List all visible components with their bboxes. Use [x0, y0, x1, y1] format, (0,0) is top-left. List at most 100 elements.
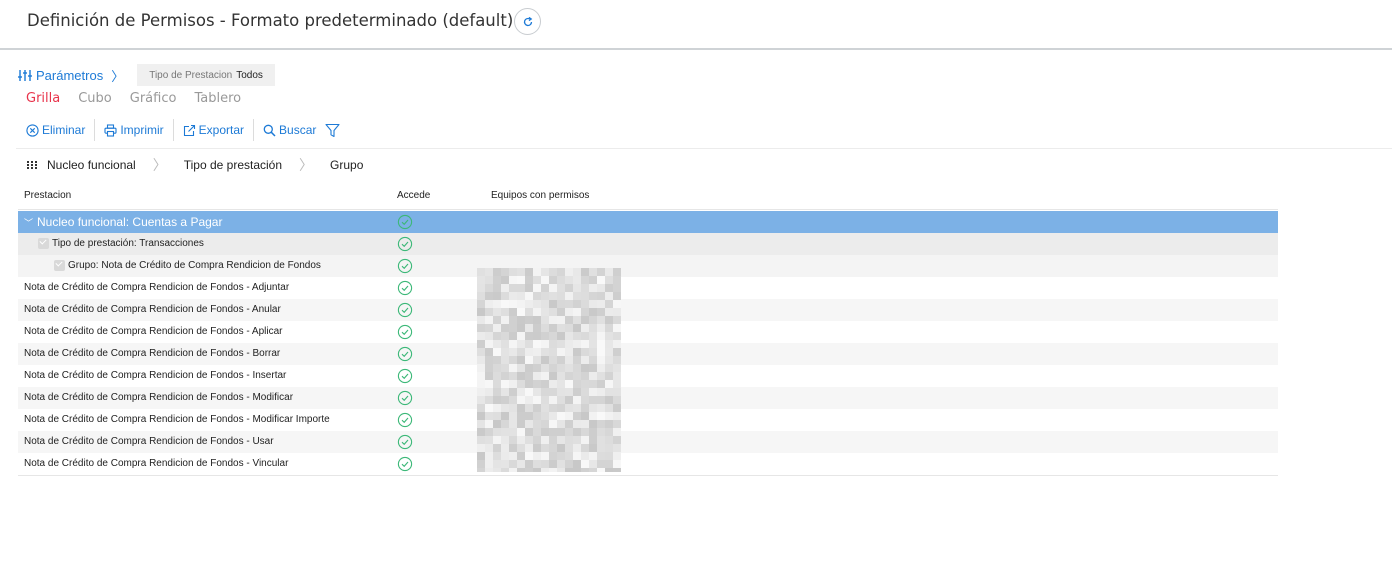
redaction-pixel [541, 332, 549, 340]
table-row[interactable]: Nota de Crédito de Compra Rendicion de F… [18, 343, 1278, 365]
group-row-grupo[interactable]: Grupo: Nota de Crédito de Compra Rendici… [18, 255, 1278, 277]
prestacion-cell: Nota de Crédito de Compra Rendicion de F… [24, 326, 283, 337]
redaction-pixel [517, 460, 525, 468]
redaction-pixel [493, 364, 501, 372]
print-button[interactable]: Imprimir [104, 123, 164, 137]
tab-grafico[interactable]: Gráfico [130, 91, 177, 106]
chevron-down-icon[interactable]: ﹀ [24, 216, 33, 229]
redaction-pixel [597, 468, 605, 472]
redaction-pixel [517, 324, 525, 332]
redaction-pixel [501, 268, 509, 276]
filter-chip-tipo-prestacion[interactable]: Tipo de Prestacion Todos [137, 64, 275, 86]
redaction-pixel [557, 268, 565, 276]
delete-button[interactable]: Eliminar [26, 123, 85, 137]
refresh-button[interactable] [514, 8, 541, 35]
redaction-pixel [605, 460, 613, 468]
redaction-pixel [613, 452, 621, 460]
search-button[interactable]: Buscar [263, 123, 316, 137]
redaction-pixel [533, 364, 541, 372]
group-level-grupo[interactable]: Grupo [330, 158, 363, 172]
refresh-icon [523, 16, 532, 26]
prestacion-cell: Nota de Crédito de Compra Rendicion de F… [24, 414, 330, 425]
redaction-pixel [509, 364, 517, 372]
tab-grilla[interactable]: Grilla [26, 91, 60, 106]
redaction-pixel [613, 268, 621, 276]
redaction-pixel [485, 436, 493, 444]
prestacion-cell: Nota de Crédito de Compra Rendicion de F… [24, 348, 281, 359]
table-row[interactable]: Nota de Crédito de Compra Rendicion de F… [18, 453, 1278, 475]
redaction-pixel [613, 316, 621, 324]
group-level-nucleo[interactable]: Nucleo funcional [47, 158, 136, 172]
redaction-pixel [493, 388, 501, 396]
redaction-pixel [541, 356, 549, 364]
redaction-pixel [501, 468, 509, 472]
table-row[interactable]: Nota de Crédito de Compra Rendicion de F… [18, 299, 1278, 321]
redaction-pixel [613, 420, 621, 428]
redaction-pixel [533, 428, 541, 436]
group-level-tipo[interactable]: Tipo de prestación [184, 158, 282, 172]
table-row[interactable]: Nota de Crédito de Compra Rendicion de F… [18, 277, 1278, 299]
redaction-pixel [565, 380, 573, 388]
redaction-pixel [501, 412, 509, 420]
redaction-pixel [541, 364, 549, 372]
redaction-pixel [589, 308, 597, 316]
table-row[interactable]: Nota de Crédito de Compra Rendicion de F… [18, 387, 1278, 409]
redaction-pixel [533, 324, 541, 332]
redaction-pixel [501, 388, 509, 396]
redaction-pixel [525, 316, 533, 324]
group-row-text: Grupo: Nota de Crédito de Compra Rendici… [68, 260, 321, 271]
redaction-pixel [589, 380, 597, 388]
redaction-pixel [589, 388, 597, 396]
group-row-nucleo[interactable]: ﹀ Nucleo funcional: Cuentas a Pagar [18, 211, 1278, 233]
redaction-pixel [533, 300, 541, 308]
group-row-tipo[interactable]: Tipo de prestación: Transacciones [18, 233, 1278, 255]
table-row[interactable]: Nota de Crédito de Compra Rendicion de F… [18, 431, 1278, 453]
redaction-pixel [549, 420, 557, 428]
redaction-pixel [533, 436, 541, 444]
prestacion-cell: Nota de Crédito de Compra Rendicion de F… [24, 282, 290, 293]
redaction-pixel [589, 372, 597, 380]
redaction-pixel [485, 340, 493, 348]
table-row[interactable]: Nota de Crédito de Compra Rendicion de F… [18, 409, 1278, 431]
collapse-toggle-icon[interactable] [54, 260, 65, 271]
redaction-pixel [557, 460, 565, 468]
redaction-pixel [605, 284, 613, 292]
redaction-pixel [493, 428, 501, 436]
prestacion-cell: Nota de Crédito de Compra Rendicion de F… [24, 436, 274, 447]
redaction-pixel [517, 308, 525, 316]
redaction-pixel [493, 452, 501, 460]
drag-grid-icon[interactable] [27, 160, 37, 170]
redaction-pixel [597, 388, 605, 396]
column-header-accede[interactable]: Accede [397, 190, 430, 201]
column-header-equipos[interactable]: Equipos con permisos [491, 190, 589, 201]
table-row[interactable]: Nota de Crédito de Compra Rendicion de F… [18, 365, 1278, 387]
tab-cubo[interactable]: Cubo [78, 91, 112, 106]
redaction-pixel [605, 436, 613, 444]
collapse-toggle-icon[interactable] [38, 238, 49, 249]
redaction-pixel [557, 364, 565, 372]
column-header-prestacion[interactable]: Prestacion [24, 190, 71, 201]
redaction-pixel [525, 364, 533, 372]
redaction-pixel [589, 428, 597, 436]
redaction-pixel [477, 268, 485, 276]
redaction-pixel [613, 372, 621, 380]
redaction-pixel [557, 404, 565, 412]
redaction-pixel [557, 380, 565, 388]
redaction-pixel [549, 364, 557, 372]
redaction-pixel [549, 332, 557, 340]
redaction-pixel [485, 404, 493, 412]
redaction-pixel [517, 396, 525, 404]
filter-button[interactable] [325, 123, 340, 138]
parameters-link[interactable]: Parámetros 〉 [18, 66, 124, 85]
tab-tablero[interactable]: Tablero [194, 91, 241, 106]
table-row[interactable]: Nota de Crédito de Compra Rendicion de F… [18, 321, 1278, 343]
redaction-pixel [525, 388, 533, 396]
redaction-pixel [589, 332, 597, 340]
export-button[interactable]: Exportar [183, 123, 244, 137]
redaction-pixel [477, 284, 485, 292]
redaction-pixel [573, 380, 581, 388]
redaction-pixel [517, 348, 525, 356]
redaction-pixel [581, 292, 589, 300]
redaction-pixel [501, 372, 509, 380]
redaction-pixel [565, 420, 573, 428]
